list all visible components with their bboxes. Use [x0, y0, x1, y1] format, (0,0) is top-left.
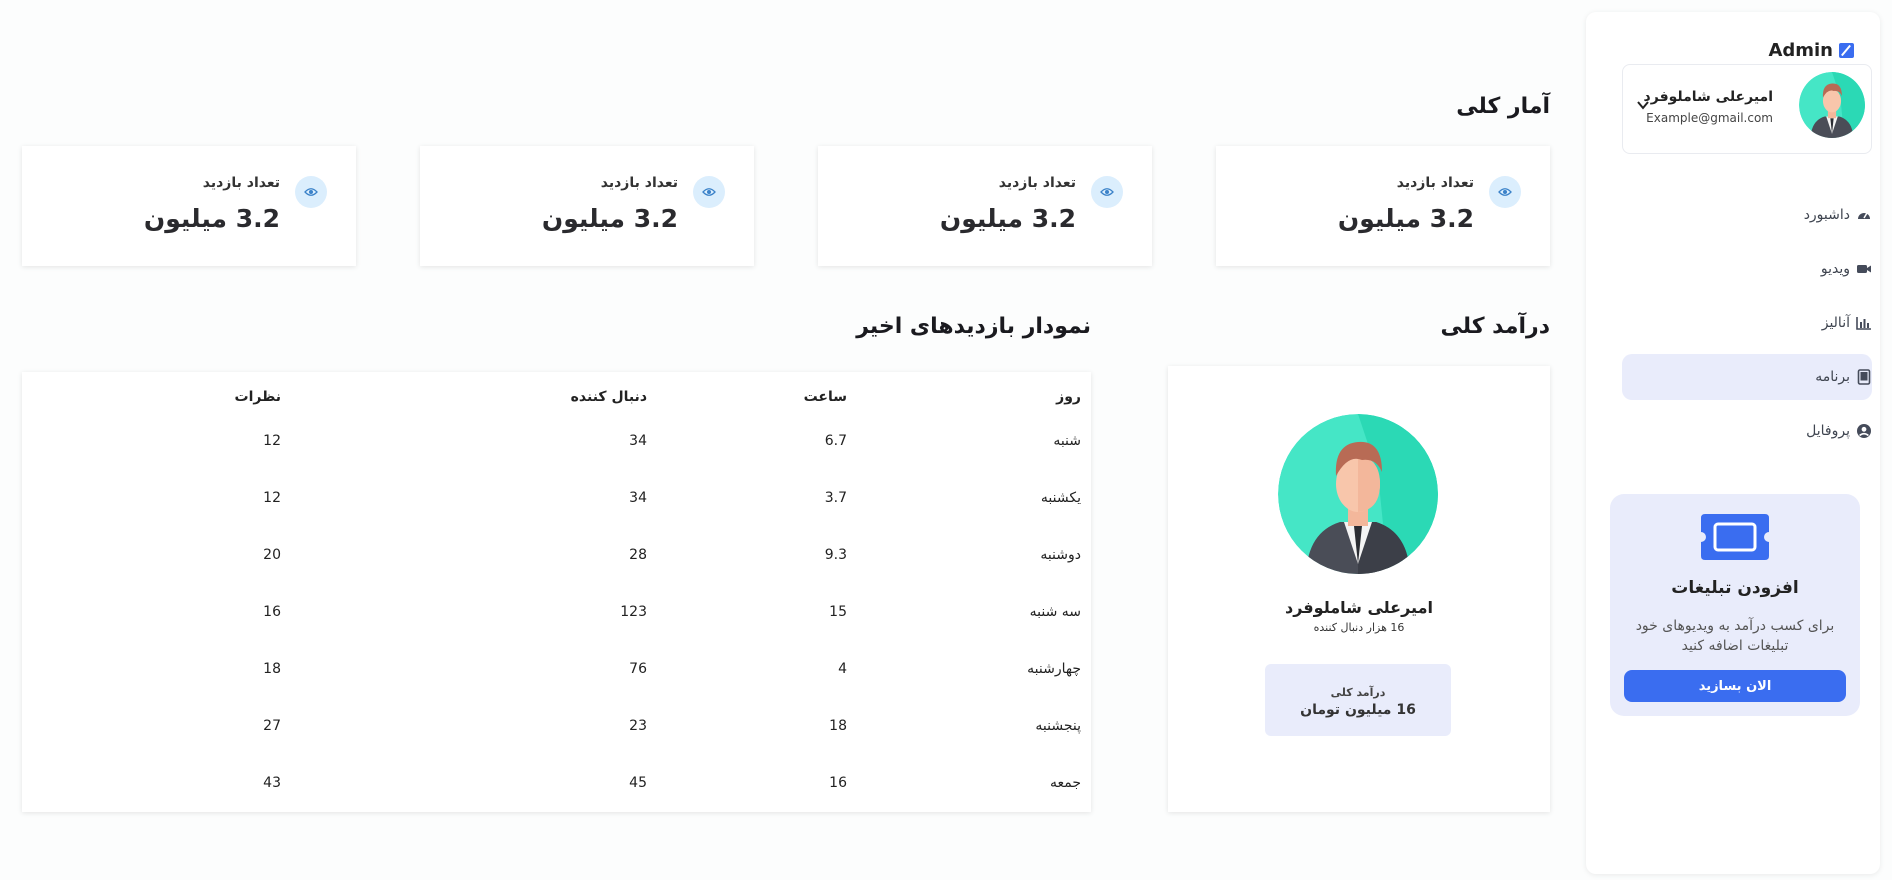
cell-comments: 43: [263, 774, 281, 791]
cell-day: یکشنبه: [1040, 489, 1081, 506]
cell-followers: 45: [629, 774, 647, 791]
promo-description: برای کسب درآمد به ویدیوهای خود تبلیغات ا…: [1635, 618, 1835, 654]
visits-table: روز ساعت دنبال کننده نظرات شنبه 6.7 34 1…: [22, 372, 1091, 811]
income-summary-label: درآمد کلی: [1330, 686, 1386, 699]
user-circle-icon: [1857, 424, 1871, 438]
sidebar-item-analytics[interactable]: آنالیز: [1622, 300, 1872, 346]
income-user-name: امیرعلی شاملوفرد: [1285, 598, 1433, 617]
eye-icon: [693, 176, 725, 208]
cell-hour: 4: [838, 660, 847, 677]
cell-hour: 9.3: [824, 546, 847, 563]
stat-card: تعداد بازدید 3.2 میلیون: [22, 146, 356, 266]
visits-table-card: روز ساعت دنبال کننده نظرات شنبه 6.7 34 1…: [22, 372, 1091, 812]
cell-hour: 16: [829, 774, 847, 791]
video-icon: [1857, 265, 1871, 273]
stat-value: 3.2 میلیون: [143, 204, 280, 233]
cell-comments: 12: [263, 432, 281, 449]
cell-day: سه شنبه: [1029, 603, 1081, 620]
dashboard-icon: [1858, 212, 1870, 219]
sidebar-item-label: داشبورد: [1803, 207, 1850, 223]
cell-comments: 16: [263, 603, 281, 620]
column-header-hour: ساعت: [803, 389, 847, 405]
cell-day: پنجشنبه: [1035, 717, 1081, 734]
cell-followers: 28: [629, 546, 647, 563]
table-row: چهارشنبه 4 76 18: [22, 640, 1091, 697]
sidebar-item-profile[interactable]: پروفایل: [1622, 408, 1872, 454]
sidebar-item-dashboard[interactable]: داشبورد: [1622, 192, 1872, 238]
sidebar-nav: داشبورد ویدیو آنالیز برنامه پروفایل: [1622, 192, 1872, 462]
cell-comments: 27: [263, 717, 281, 734]
cell-comments: 20: [263, 546, 281, 563]
cell-hour: 15: [829, 603, 847, 620]
table-row: شنبه 6.7 34 12: [22, 412, 1091, 469]
column-header-comments: نظرات: [234, 389, 281, 405]
cell-followers: 76: [629, 660, 647, 677]
analytics-icon: [1856, 317, 1871, 330]
table-header-row: روز ساعت دنبال کننده نظرات: [22, 372, 1091, 412]
ticket-icon: [1701, 514, 1769, 560]
eye-icon: [295, 176, 327, 208]
income-title: درآمد کلی: [1440, 314, 1550, 339]
cell-hour: 18: [829, 717, 847, 734]
cell-day: دوشنبه: [1040, 546, 1081, 563]
promo-title: افزودن تبلیغات: [1671, 578, 1799, 598]
brand-name: Admin: [1768, 40, 1833, 61]
overview-title: آمار کلی: [1456, 94, 1550, 119]
sidebar: Admin امیرعلی شاملوفرد Example@gmail.com: [1586, 12, 1880, 874]
income-summary: درآمد کلی 16 میلیون تومان: [1265, 664, 1451, 736]
table-row: دوشنبه 9.3 28 20: [22, 526, 1091, 583]
chevron-down-icon[interactable]: [1637, 99, 1649, 111]
cell-comments: 12: [263, 489, 281, 506]
sidebar-item-video[interactable]: ویدیو: [1622, 246, 1872, 292]
column-header-followers: دنبال کننده: [570, 389, 647, 405]
income-card: امیرعلی شاملوفرد 16 هزار دنبال کننده درآ…: [1168, 366, 1550, 812]
table-row: جمعه 16 45 43: [22, 754, 1091, 811]
column-header-day: روز: [1056, 389, 1081, 405]
table-row: یکشنبه 3.7 34 12: [22, 469, 1091, 526]
stat-card: تعداد بازدید 3.2 میلیون: [818, 146, 1152, 266]
sidebar-item-program[interactable]: برنامه: [1622, 354, 1872, 400]
cell-followers: 123: [620, 603, 647, 620]
stat-label: تعداد بازدید: [998, 175, 1076, 191]
table-row: سه شنبه 15 123 16: [22, 583, 1091, 640]
cell-hour: 6.7: [824, 432, 847, 449]
sidebar-item-label: برنامه: [1815, 369, 1850, 385]
eye-icon: [1489, 176, 1521, 208]
visits-title: نمودار بازدیدهای اخیر: [856, 314, 1091, 339]
stat-label: تعداد بازدید: [600, 175, 678, 191]
stat-card: تعداد بازدید 3.2 میلیون: [1216, 146, 1550, 266]
stat-value: 3.2 میلیون: [1337, 204, 1474, 233]
sidebar-item-label: ویدیو: [1820, 261, 1850, 277]
stat-value: 3.2 میلیون: [541, 204, 678, 233]
cell-followers: 34: [629, 489, 647, 506]
cell-comments: 18: [263, 660, 281, 677]
profile-card[interactable]: امیرعلی شاملوفرد Example@gmail.com: [1622, 64, 1872, 154]
tablet-icon: [1857, 369, 1871, 385]
table-row: پنجشنبه 18 23 27: [22, 697, 1091, 754]
eye-icon: [1091, 176, 1123, 208]
cell-day: چهارشنبه: [1027, 660, 1081, 677]
brand-icon: [1839, 43, 1854, 58]
sidebar-item-label: پروفایل: [1806, 423, 1850, 439]
cell-followers: 23: [629, 717, 647, 734]
cell-day: جمعه: [1049, 774, 1081, 791]
profile-name: امیرعلی شاملوفرد: [1643, 89, 1773, 105]
create-now-button[interactable]: الان بسازید: [1624, 670, 1846, 702]
income-summary-value: 16 میلیون تومان: [1300, 702, 1416, 718]
cell-followers: 34: [629, 432, 647, 449]
promo-card: افزودن تبلیغات برای کسب درآمد به ویدیوها…: [1610, 494, 1860, 716]
sidebar-item-label: آنالیز: [1821, 315, 1850, 331]
follower-count: 16 هزار دنبال کننده: [1313, 621, 1405, 634]
stat-card: تعداد بازدید 3.2 میلیون: [420, 146, 754, 266]
brand-logo[interactable]: Admin: [1768, 40, 1854, 61]
stat-label: تعداد بازدید: [1396, 175, 1474, 191]
cell-hour: 3.7: [824, 489, 847, 506]
stat-label: تعداد بازدید: [202, 175, 280, 191]
avatar: [1799, 72, 1865, 138]
cell-day: شنبه: [1053, 432, 1081, 449]
stat-value: 3.2 میلیون: [939, 204, 1076, 233]
avatar: [1278, 414, 1438, 574]
profile-email: Example@gmail.com: [1646, 111, 1773, 125]
